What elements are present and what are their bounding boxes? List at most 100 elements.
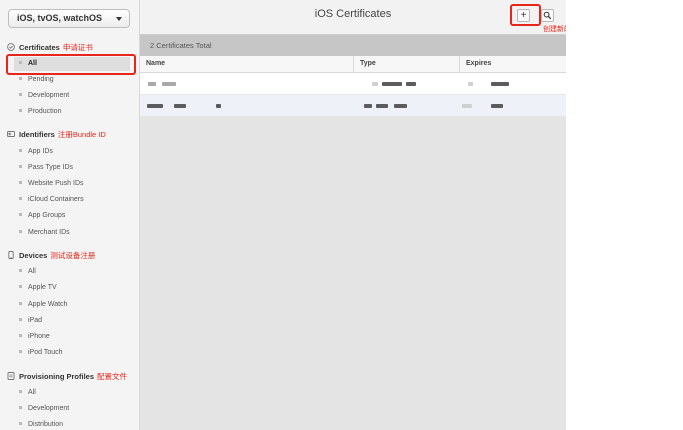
certificate-icon <box>7 42 15 51</box>
redacted-text <box>491 82 509 86</box>
redacted-text <box>162 82 176 86</box>
annotation-identifiers: 注册Bundle ID <box>57 130 106 139</box>
sidebar-item-label: Apple TV <box>28 284 57 291</box>
redacted-text <box>372 82 378 86</box>
sidebar-item-label: Website Push IDs <box>28 180 84 187</box>
sidebar-item-label: Production <box>28 108 62 115</box>
redacted-text <box>394 104 407 108</box>
bullet-icon <box>19 422 22 426</box>
sidebar-item-pending[interactable]: Pending <box>14 73 130 87</box>
sidebar-item-app-ids[interactable]: App IDs <box>14 145 130 159</box>
bullet-icon <box>19 350 22 354</box>
redacted-text <box>148 82 156 86</box>
chevron-down-icon <box>116 17 122 21</box>
bullet-icon <box>19 334 22 338</box>
search-button[interactable] <box>541 9 554 22</box>
sidebar-item-label: Distribution <box>28 421 64 428</box>
sidebar-item-label: iCloud Containers <box>28 196 84 203</box>
table-header: Name Type Expires <box>140 56 566 73</box>
certificates-total-bar: 2 Certificates Total <box>140 35 566 56</box>
sidebar-item-apple-tv[interactable]: Apple TV <box>14 281 130 295</box>
annotation-certificates: 申请证书 <box>62 43 93 52</box>
bullet-icon <box>19 165 22 169</box>
bullet-icon <box>19 197 22 201</box>
sidebar-item-label: Pending <box>28 76 54 83</box>
sidebar-item-production[interactable]: Production <box>14 105 130 119</box>
device-icon <box>7 250 15 259</box>
redacted-text <box>174 104 186 108</box>
header-bar: iOS Certificates + <box>140 0 566 35</box>
sidebar-item-label: iPod Touch <box>28 349 63 356</box>
redacted-text <box>382 82 402 86</box>
section-certificates[interactable]: Certificates 申请证书 <box>7 41 93 55</box>
redacted-text <box>376 104 388 108</box>
sidebar-item-ipad[interactable]: iPad <box>14 314 130 328</box>
redacted-text <box>468 82 473 86</box>
sidebar-item-merchant-ids[interactable]: Merchant IDs <box>14 226 130 240</box>
bullet-icon <box>19 149 22 153</box>
id-card-icon <box>7 129 15 137</box>
table-row[interactable] <box>140 95 566 117</box>
column-header-type[interactable]: Type <box>353 56 459 72</box>
sidebar-item-label: Pass Type IDs <box>28 164 74 171</box>
sidebar-item-website-push-ids[interactable]: Website Push IDs <box>14 177 130 191</box>
section-identifiers-label: Identifiers <box>19 130 55 139</box>
redacted-text <box>364 104 372 108</box>
bullet-icon <box>19 109 22 113</box>
redacted-text <box>491 104 503 108</box>
sidebar-item-label: iPad <box>28 317 43 324</box>
section-provisioning-profiles[interactable]: Provisioning Profiles 配置文件 <box>7 370 127 384</box>
bullet-icon <box>19 318 22 322</box>
bullet-icon <box>19 93 22 97</box>
bullet-icon <box>19 230 22 234</box>
sidebar-item-label: Merchant IDs <box>28 229 70 236</box>
bullet-icon <box>19 269 22 273</box>
sidebar-item-label: App Groups <box>28 212 66 219</box>
sidebar-item-ipod-touch[interactable]: iPod Touch <box>14 346 130 360</box>
highlight-box-all <box>6 54 136 75</box>
highlight-box-add <box>510 4 541 26</box>
platform-select-label: iOS, tvOS, watchOS <box>17 13 103 23</box>
bullet-icon <box>19 285 22 289</box>
sidebar-item-development[interactable]: Development <box>14 89 130 103</box>
redacted-text <box>147 104 163 108</box>
sidebar-item-profiles-development[interactable]: Development <box>14 402 130 416</box>
sidebar-item-iphone[interactable]: iPhone <box>14 330 130 344</box>
annotation-devices: 测试设备注册 <box>50 251 96 260</box>
sidebar-item-devices-all[interactable]: All <box>14 265 130 279</box>
sidebar-item-label: App IDs <box>28 148 53 155</box>
sidebar-item-label: Apple Watch <box>28 301 68 308</box>
platform-select[interactable]: iOS, tvOS, watchOS <box>8 9 130 28</box>
certificates-total: 2 Certificates Total <box>150 41 212 50</box>
table-row[interactable] <box>140 73 566 95</box>
document-icon <box>7 371 15 380</box>
redacted-text <box>462 104 472 108</box>
sidebar-item-profiles-distribution[interactable]: Distribution <box>14 418 130 430</box>
column-header-expires[interactable]: Expires <box>459 56 566 72</box>
column-header-name[interactable]: Name <box>140 56 353 72</box>
sidebar-item-apple-watch[interactable]: Apple Watch <box>14 298 130 312</box>
section-profiles-label: Provisioning Profiles <box>19 372 95 381</box>
section-certificates-label: Certificates <box>19 43 60 52</box>
bullet-icon <box>19 406 22 410</box>
right-blank-area <box>566 0 683 430</box>
redacted-text <box>216 104 221 108</box>
sidebar-item-app-groups[interactable]: App Groups <box>14 209 130 223</box>
bullet-icon <box>19 302 22 306</box>
annotation-profiles: 配置文件 <box>97 372 128 381</box>
sidebar-item-icloud-containers[interactable]: iCloud Containers <box>14 193 130 207</box>
sidebar-item-label: All <box>28 389 36 396</box>
main-panel: iOS Certificates + 2 Certificates Total … <box>140 0 566 430</box>
sidebar-item-pass-type-ids[interactable]: Pass Type IDs <box>14 161 130 175</box>
search-icon <box>543 11 552 20</box>
sidebar-item-label: iPhone <box>28 333 50 340</box>
page-title: iOS Certificates <box>314 8 392 20</box>
bullet-icon <box>19 77 22 81</box>
sidebar-item-label: Development <box>28 405 70 412</box>
section-devices[interactable]: Devices 测试设备注册 <box>7 249 95 263</box>
sidebar-item-label: Development <box>28 92 70 99</box>
sidebar-item-label: All <box>28 268 36 275</box>
sidebar-item-profiles-all[interactable]: All <box>14 386 130 400</box>
section-identifiers[interactable]: Identifiers 注册Bundle ID <box>7 128 106 142</box>
bullet-icon <box>19 390 22 394</box>
